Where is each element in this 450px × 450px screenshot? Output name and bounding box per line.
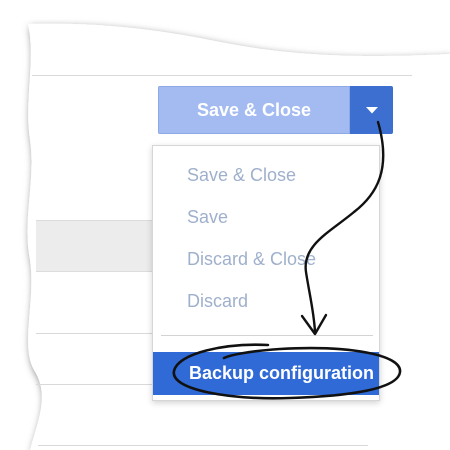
row-divider-line xyxy=(36,384,152,385)
menu-item-save-close[interactable]: Save & Close xyxy=(187,165,296,186)
menu-item-backup-configuration[interactable]: Backup configuration xyxy=(153,352,379,395)
save-close-split-button[interactable]: Save & Close xyxy=(158,86,393,134)
save-options-menu: Save & Close Save Discard & Close Discar… xyxy=(152,145,380,401)
menu-divider xyxy=(161,335,373,336)
content-row-band xyxy=(36,220,152,272)
menu-item-backup-label: Backup configuration xyxy=(189,363,375,383)
screenshot-stage: Save & Close Save & Close Save Discard &… xyxy=(0,0,450,450)
menu-item-save[interactable]: Save xyxy=(187,207,228,228)
save-close-button-label: Save & Close xyxy=(196,99,312,120)
bottom-divider-line xyxy=(38,445,368,446)
menu-item-discard-close[interactable]: Discard & Close xyxy=(187,249,316,270)
save-close-button[interactable]: Save & Close xyxy=(158,86,350,134)
top-divider-line xyxy=(32,75,412,76)
dropdown-toggle-button[interactable] xyxy=(350,86,393,134)
row-divider-line xyxy=(36,333,152,334)
menu-item-discard[interactable]: Discard xyxy=(187,291,248,312)
caret-down-icon xyxy=(365,106,378,113)
